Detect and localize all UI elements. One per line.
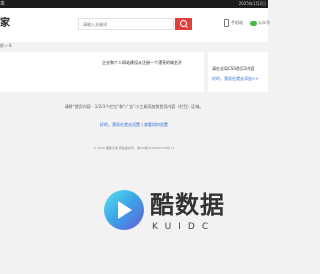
breadcrumb: 前 » 8 xyxy=(0,43,12,48)
side-ad-title: 请在全局CSS首页2内容 xyxy=(212,66,255,71)
wechat-icon xyxy=(250,20,257,26)
top-bar-left-text: 本 xyxy=(0,1,6,7)
search-input[interactable] xyxy=(78,18,174,30)
top-bar: 本 2025年1月2日 xyxy=(0,0,268,8)
search-button[interactable] xyxy=(175,18,192,30)
site-header: 家 手机站 公众号 xyxy=(0,8,270,42)
wechat-link[interactable]: 公众号 xyxy=(250,18,270,28)
search-icon-handle xyxy=(185,25,188,28)
brand-subtitle: KUIDC xyxy=(152,222,216,232)
go-setup-link[interactable]: 好的，我现在就去设置 xyxy=(100,122,140,127)
brand-logo-icon xyxy=(104,190,144,230)
main-ad-text: 企业和个人网站建设从注册一个漂亮的域名开 xyxy=(102,60,182,65)
widget-notice-text: 请将“首页内容 - 1/2/3个栏位”和“广告”小工具添加到首页内容（栏目）区域… xyxy=(64,104,204,109)
footer-copyright: © 2025 酷数文库 网站备案号：湘ICP备2023000700号-11 xyxy=(93,146,175,150)
site-logo[interactable]: 家 xyxy=(0,18,10,30)
phone-icon xyxy=(224,19,229,27)
side-ad-panel: 请在全局CSS首页2内容 好的，我现在就去添加>> xyxy=(208,52,268,92)
top-bar-date: 2025年1月2日 xyxy=(238,1,266,6)
how-to-setup-link[interactable]: 查看如何设置 xyxy=(144,122,168,127)
mobile-site-label: 手机站 xyxy=(231,20,243,25)
mobile-site-link[interactable]: 手机站 xyxy=(224,18,243,28)
brand-name: 酷数据 xyxy=(150,191,225,219)
main-ad-banner[interactable]: 企业和个人网站建设从注册一个漂亮的域名开 xyxy=(0,52,204,92)
side-ad-add-link[interactable]: 好的，我现在就去添加>> xyxy=(212,76,259,81)
wechat-label: 公众号 xyxy=(258,20,270,25)
play-icon xyxy=(118,201,132,219)
notice-links: 好的，我现在就去设置 | 查看如何设置 xyxy=(0,122,268,128)
